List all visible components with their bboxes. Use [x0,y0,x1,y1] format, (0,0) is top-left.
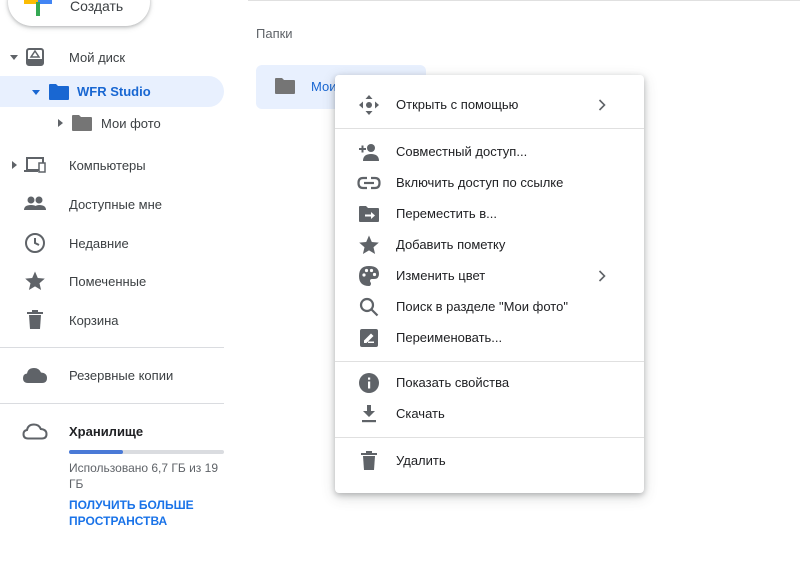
storage-progress-bar [69,450,224,454]
palette-icon [357,264,381,288]
folder-move-icon [357,202,381,226]
rename-icon [357,326,381,350]
sidebar-item-storage[interactable]: Хранилище [0,415,224,447]
menu-item-download[interactable]: Скачать [335,398,644,429]
menu-item-open-with[interactable]: Открыть с помощью [335,89,644,120]
menu-item-label: Включить доступ по ссылке [396,175,564,190]
create-button-label: Создать [70,0,124,14]
folder-icon [274,77,296,100]
sidebar-item-trash[interactable]: Корзина [0,304,224,336]
menu-item-change-color[interactable]: Изменить цвет [335,260,644,291]
menu-item-label: Добавить пометку [396,237,506,252]
menu-item-label: Открыть с помощью [396,97,519,112]
folder-icon [46,80,72,104]
cloud-icon [22,363,48,387]
sidebar-item-wfr-studio[interactable]: WFR Studio [0,76,224,107]
context-menu: Открыть с помощью Совместный доступ... В… [335,75,644,493]
drive-icon [22,45,48,69]
menu-item-details[interactable]: Показать свойства [335,367,644,398]
sidebar-item-label: Резервные копии [69,367,174,383]
storage-label: Хранилище [69,423,144,439]
menu-item-label: Скачать [396,406,445,421]
sidebar-item-shared[interactable]: Доступные мне [0,188,224,220]
download-icon [357,402,381,426]
sidebar: Создать Мой диск WFR Studio Мои фото Ком… [0,0,240,574]
sidebar-item-label: Корзина [69,312,119,328]
menu-item-search-in-folder[interactable]: Поиск в разделе "Мои фото" [335,291,644,322]
menu-item-label: Переименовать... [396,330,503,345]
sidebar-item-computers[interactable]: Компьютеры [0,149,224,181]
sidebar-item-my-drive[interactable]: Мой диск [0,41,224,73]
sidebar-item-label: WFR Studio [77,84,151,99]
create-button[interactable]: Создать [8,0,150,26]
caret-down-icon[interactable] [30,86,42,98]
menu-item-label: Удалить [396,453,446,468]
open-with-icon [357,93,381,117]
chevron-right-icon [598,269,608,283]
menu-item-delete[interactable]: Удалить [335,445,644,476]
people-icon [22,192,48,216]
menu-divider [335,361,644,362]
folders-section-title: Папки [256,26,293,41]
get-more-storage-link[interactable]: ПОЛУЧИТЬ БОЛЬШЕ ПРОСТРАНСТВА [69,497,229,529]
plus-icon [24,0,52,16]
info-icon [357,371,381,395]
menu-item-label: Показать свойства [396,375,510,390]
person-add-icon [357,140,381,164]
folder-icon [69,111,95,135]
sidebar-item-recent[interactable]: Недавние [0,227,224,259]
sidebar-item-label: Мой диск [69,49,126,65]
search-icon [357,295,381,319]
star-icon [357,233,381,257]
caret-down-icon[interactable] [8,51,20,63]
menu-item-rename[interactable]: Переименовать... [335,322,644,353]
menu-item-label: Переместить в... [396,206,497,221]
trash-icon [357,449,381,473]
sidebar-item-label: Компьютеры [69,157,146,173]
menu-divider [335,128,644,129]
star-icon [22,269,48,293]
cloud-outline-icon [22,419,48,443]
menu-item-label: Изменить цвет [396,268,486,283]
header-divider [248,0,800,1]
menu-item-label: Совместный доступ... [396,144,528,159]
trash-icon [22,308,48,332]
sidebar-divider [0,347,224,348]
storage-usage-text: Использовано 6,7 ГБ из 19 ГБ [69,461,218,491]
menu-item-add-star[interactable]: Добавить пометку [335,229,644,260]
sidebar-item-label: Помеченные [69,273,147,289]
menu-item-move[interactable]: Переместить в... [335,198,644,229]
sidebar-item-starred[interactable]: Помеченные [0,265,224,297]
clock-icon [22,231,48,255]
folder-card-name: Мои [311,79,337,94]
storage-progress-fill [69,450,124,454]
sidebar-item-backups[interactable]: Резервные копии [0,359,224,391]
chevron-right-icon [598,98,608,112]
sidebar-item-label: Доступные мне [69,196,163,212]
link-icon [357,171,381,195]
caret-right-icon[interactable] [8,159,20,171]
menu-item-label: Поиск в разделе "Мои фото" [396,299,568,314]
sidebar-item-label: Недавние [69,235,129,251]
computer-icon [22,153,48,177]
menu-item-share[interactable]: Совместный доступ... [335,136,644,167]
menu-divider [335,437,644,438]
sidebar-item-label: Мои фото [101,115,161,131]
caret-right-icon[interactable] [54,117,66,129]
sidebar-item-my-photos[interactable]: Мои фото [0,107,224,139]
sidebar-divider [0,403,224,404]
menu-item-link-sharing[interactable]: Включить доступ по ссылке [335,167,644,198]
